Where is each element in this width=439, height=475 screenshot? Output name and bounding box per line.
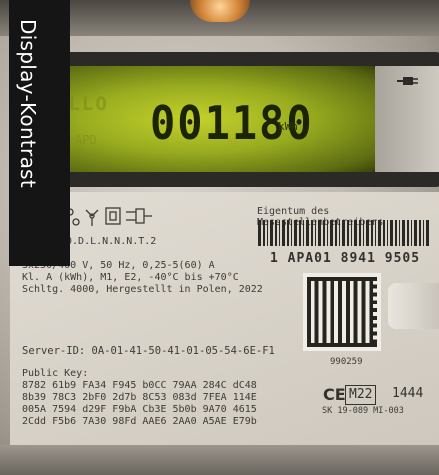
datamatrix-code	[303, 273, 381, 351]
barcode	[258, 220, 429, 246]
side-clip	[388, 283, 439, 329]
metrology-mark: M22	[345, 385, 377, 405]
lcd-sub-segments: APD	[75, 133, 97, 147]
meter-symbols-icon	[60, 207, 152, 226]
notified-body-number: 1444	[392, 386, 424, 401]
server-id: Server-ID: 0A-01-41-50-41-01-05-54-6E-F1	[22, 345, 275, 357]
serial-number: 1 APA01 8941 9505	[270, 251, 421, 266]
public-key-label: Public Key:	[22, 368, 89, 379]
code-number: 990259	[330, 357, 363, 367]
plug-icon	[397, 77, 418, 85]
certificate-number: SK 19-089 MI-003	[322, 406, 404, 416]
overlay-label: Display-Kontrast	[16, 19, 40, 188]
meter-photo: ALLO 001180 kWh APD Eigentum des Messste…	[0, 0, 439, 475]
meter-type: 60.D.L.N.N.N.T.2	[60, 236, 157, 247]
public-key-value: 8782 61b9 FA34 F945 b0CC 79AA 284C dC48 …	[22, 380, 257, 427]
meter-bottom-housing	[0, 445, 439, 475]
ce-mark: CE	[323, 385, 346, 404]
lcd-unit: kWh	[278, 120, 298, 133]
